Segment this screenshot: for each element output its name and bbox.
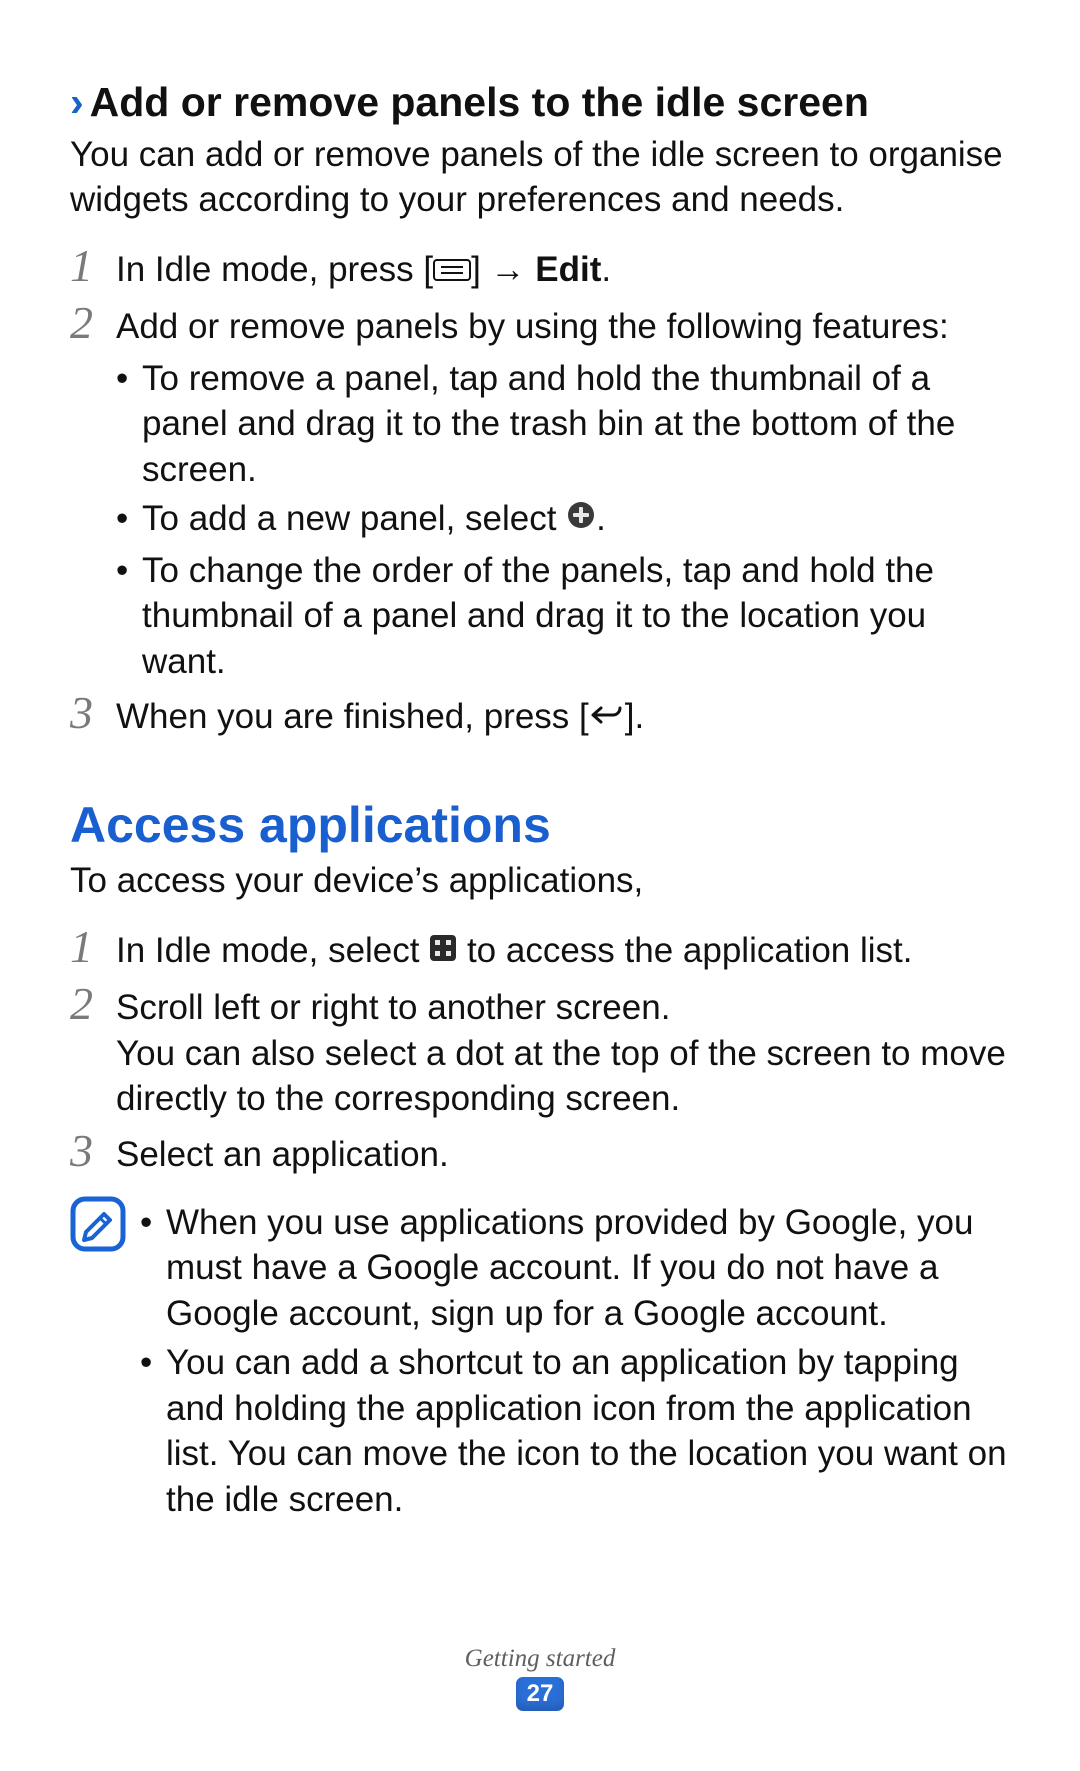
subsection-heading-text: Add or remove panels to the idle screen bbox=[90, 79, 869, 125]
step-content: When you are finished, press []. bbox=[116, 694, 1010, 742]
list-item: 1 In Idle mode, press [] → Edit. bbox=[70, 247, 1010, 295]
bullet-text: When you use applications provided by Go… bbox=[166, 1200, 1010, 1337]
step-content: Add or remove panels by using the follow… bbox=[116, 304, 1010, 684]
apps-grid-icon bbox=[429, 928, 457, 974]
list-item: 2 Scroll left or right to another screen… bbox=[70, 985, 1010, 1122]
text: In Idle mode, press [ bbox=[116, 250, 433, 289]
step-number: 3 bbox=[70, 690, 116, 736]
bullet-dot: • bbox=[116, 496, 142, 544]
ordered-list: 1 In Idle mode, select to access the app… bbox=[70, 928, 1010, 1178]
list-item: 3 Select an application. bbox=[70, 1132, 1010, 1178]
ordered-list: 1 In Idle mode, press [] → Edit. 2 Add o… bbox=[70, 247, 1010, 742]
bullet-text: To remove a panel, tap and hold the thum… bbox=[142, 356, 1010, 493]
step-content: In Idle mode, select to access the appli… bbox=[116, 928, 1010, 976]
bullet-dot: • bbox=[140, 1200, 166, 1337]
note-bullets: • When you use applications provided by … bbox=[136, 1196, 1010, 1523]
step-number: 1 bbox=[70, 243, 116, 289]
note-block: • When you use applications provided by … bbox=[70, 1196, 1010, 1523]
subsection-intro: You can add or remove panels of the idle… bbox=[70, 133, 1010, 223]
bullet-dot: • bbox=[116, 548, 142, 685]
text: In Idle mode, select bbox=[116, 931, 429, 970]
text: You can also select a dot at the top of … bbox=[116, 1031, 1010, 1122]
back-icon bbox=[589, 694, 625, 740]
bullet-item: • To add a new panel, select . bbox=[116, 496, 1010, 544]
step-content: Scroll left or right to another screen. … bbox=[116, 985, 1010, 1122]
bullet-dot: • bbox=[140, 1340, 166, 1522]
footer-section-label: Getting started bbox=[0, 1645, 1080, 1673]
list-item: 2 Add or remove panels by using the foll… bbox=[70, 304, 1010, 684]
bullet-text: To change the order of the panels, tap a… bbox=[142, 548, 1010, 685]
step-content: In Idle mode, press [ ] → Edit. bbox=[116, 247, 1010, 295]
step-number: 1 bbox=[70, 924, 116, 970]
bullet-list: • To remove a panel, tap and hold the th… bbox=[116, 356, 1010, 685]
menu-icon bbox=[433, 247, 471, 293]
plus-circle-icon bbox=[566, 496, 596, 542]
step-number: 3 bbox=[70, 1128, 116, 1174]
text: To add a new panel, select bbox=[142, 499, 566, 538]
subsection-heading: ›Add or remove panels to the idle screen bbox=[70, 78, 1010, 127]
bullet-dot: • bbox=[116, 356, 142, 493]
section-intro: To access your device’s applications, bbox=[70, 859, 1010, 904]
page-number-badge: 27 bbox=[516, 1677, 564, 1711]
bullet-text: To add a new panel, select . bbox=[142, 496, 1010, 544]
step-number: 2 bbox=[70, 300, 116, 346]
text: to access the application list. bbox=[457, 931, 912, 970]
chevron-right-icon: › bbox=[70, 79, 84, 125]
bullet-item: • When you use applications provided by … bbox=[140, 1200, 1010, 1337]
bullet-item: • To remove a panel, tap and hold the th… bbox=[116, 356, 1010, 493]
text-bold: Edit bbox=[535, 250, 601, 289]
text: ]. bbox=[625, 697, 644, 736]
bullet-text: You can add a shortcut to an application… bbox=[166, 1340, 1010, 1522]
section-title: Access applications bbox=[70, 798, 1010, 853]
step-content: Select an application. bbox=[116, 1132, 1010, 1178]
text: . bbox=[596, 499, 606, 538]
bullet-item: • You can add a shortcut to an applicati… bbox=[140, 1340, 1010, 1522]
bullet-item: • To change the order of the panels, tap… bbox=[116, 548, 1010, 685]
step-number: 2 bbox=[70, 981, 116, 1027]
text: . bbox=[601, 250, 611, 289]
note-pencil-icon bbox=[70, 1196, 136, 1523]
list-item: 1 In Idle mode, select to access the app… bbox=[70, 928, 1010, 976]
page-footer: Getting started 27 bbox=[0, 1645, 1080, 1711]
text: ] → bbox=[471, 250, 535, 289]
list-item: 3 When you are finished, press []. bbox=[70, 694, 1010, 742]
page: ›Add or remove panels to the idle screen… bbox=[0, 0, 1080, 1771]
text: Scroll left or right to another screen. bbox=[116, 985, 1010, 1031]
text: Add or remove panels by using the follow… bbox=[116, 307, 949, 346]
text: When you are finished, press [ bbox=[116, 697, 589, 736]
